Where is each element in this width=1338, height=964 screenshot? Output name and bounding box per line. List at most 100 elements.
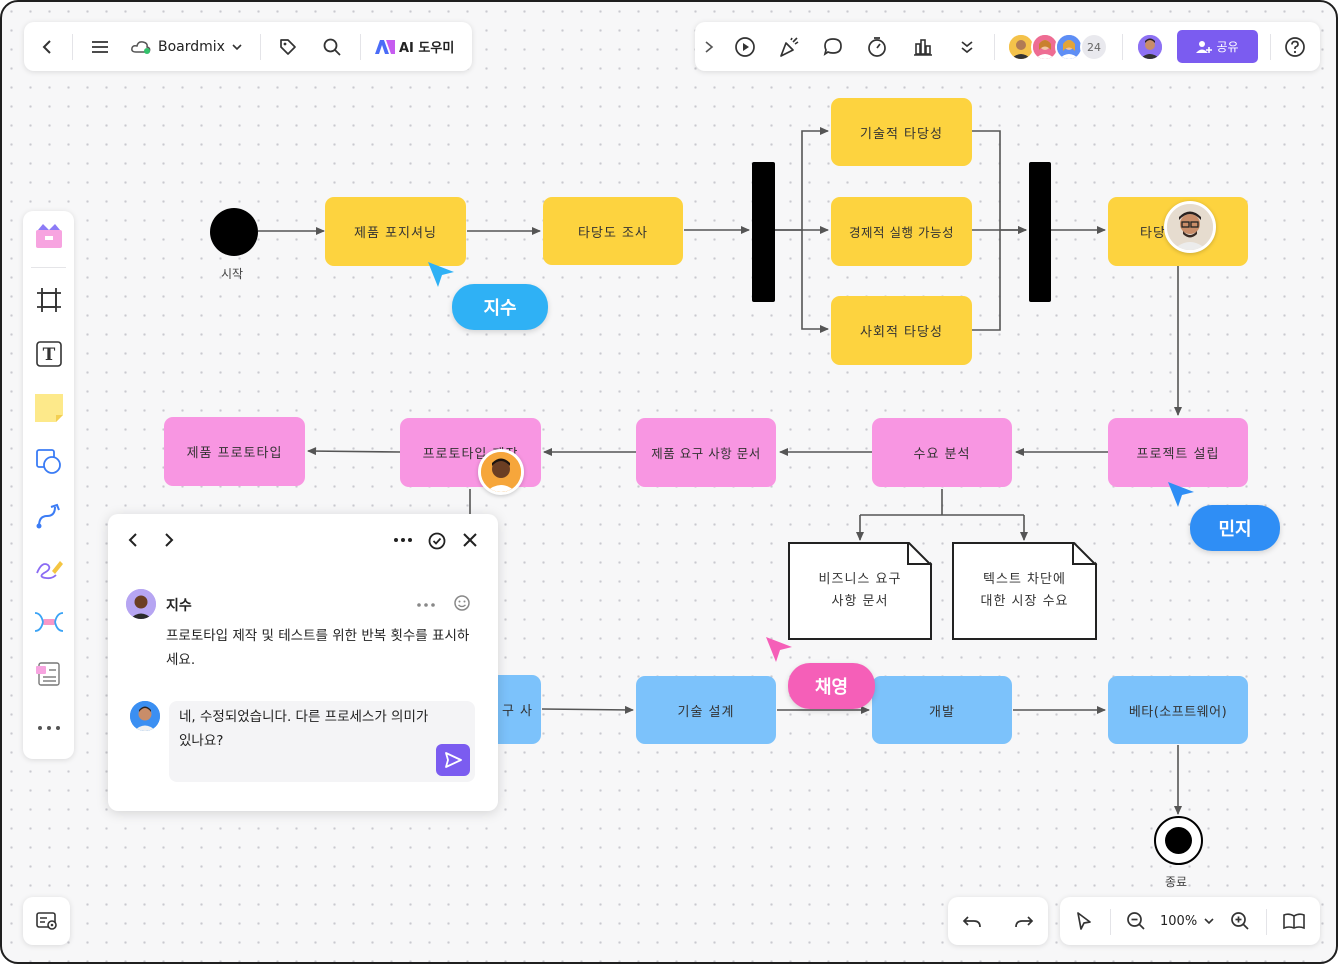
zoom-in-button[interactable] [1228, 909, 1252, 933]
divider [31, 267, 66, 268]
send-button[interactable] [436, 744, 470, 776]
search-button[interactable] [320, 35, 344, 59]
node-social-feasibility[interactable]: 사회적 타당성 [831, 296, 972, 365]
share-button[interactable]: 공유 [1177, 30, 1258, 63]
zoom-out-button[interactable] [1124, 909, 1148, 933]
node-feasibility-study[interactable]: 타당도 조사 [543, 197, 683, 265]
table-tool[interactable] [32, 657, 66, 691]
sticky-note-tool[interactable] [32, 391, 66, 425]
vote-button[interactable] [911, 35, 935, 59]
frame-tool[interactable] [32, 283, 66, 317]
divider [1110, 909, 1111, 935]
menu-button[interactable] [88, 35, 112, 59]
guide-button[interactable] [1282, 909, 1306, 933]
node-development[interactable]: 개발 [872, 676, 1012, 744]
connector-tool[interactable] [32, 499, 66, 533]
back-button[interactable] [36, 36, 58, 58]
ai-logo-icon [375, 39, 395, 54]
template-tool[interactable] [32, 219, 66, 253]
search-icon [323, 38, 341, 56]
chevron-left-icon [42, 39, 51, 54]
timer-button[interactable] [865, 35, 889, 59]
cursor-label-minji: 민지 [1190, 505, 1280, 551]
present-button[interactable] [733, 35, 757, 59]
divider [1270, 34, 1271, 60]
more-tools-button[interactable] [957, 35, 977, 59]
reply-input[interactable]: 네, 수정되었습니다. 다른 프로세스가 의미가 있나요? [169, 701, 475, 782]
frame-icon [36, 288, 61, 312]
zoom-level-dropdown[interactable]: 100% [1160, 909, 1215, 933]
node-project-setup[interactable]: 프로젝트 설립 [1108, 418, 1248, 487]
share-label: 공유 [1216, 40, 1239, 54]
mindmap-tool[interactable] [32, 605, 66, 639]
party-popper-icon [780, 36, 799, 57]
chevron-down-icon [232, 43, 242, 50]
start-node[interactable] [210, 208, 258, 256]
tag-icon [280, 38, 296, 55]
node-product-prototype[interactable]: 제품 프로토타입 [164, 417, 305, 486]
left-toolbar: T [23, 211, 74, 759]
bar-chart-icon [914, 38, 932, 56]
avatar[interactable] [1055, 33, 1083, 61]
close-icon[interactable] [462, 532, 478, 552]
doc-market-demand-label: 텍스트 차단에 대한 시장 수요 [980, 572, 1069, 609]
start-label: 시작 [221, 267, 244, 281]
more-tools-icon[interactable] [32, 711, 66, 745]
avatar [126, 589, 156, 619]
ai-assistant-button[interactable]: AI 도우미 [374, 35, 454, 59]
cursor-arrow-icon [766, 637, 792, 662]
book-icon [1283, 913, 1305, 930]
member-count-badge[interactable]: 24 [1080, 33, 1108, 61]
top-right-toolbar: 24 공유 [695, 22, 1320, 71]
help-button[interactable] [1283, 35, 1307, 59]
node-requirements-partial-label: 구 사 [501, 704, 533, 719]
help-icon [1285, 36, 1305, 57]
workspace-dropdown[interactable]: Boardmix [130, 35, 243, 59]
cursor-arrow-icon [428, 262, 454, 287]
divider [1266, 909, 1267, 935]
cursor-label-chaeyoung: 채영 [788, 663, 875, 709]
end-node[interactable] [1154, 816, 1203, 865]
text-tool[interactable]: T [32, 337, 66, 371]
current-user-avatar[interactable] [1136, 33, 1164, 61]
shape-tool[interactable] [32, 445, 66, 479]
collapse-button[interactable] [701, 37, 717, 57]
node-product-positioning[interactable]: 제품 포지셔닝 [325, 197, 466, 266]
node-demand-analysis[interactable]: 수요 분석 [872, 418, 1012, 487]
emoji-reaction-icon[interactable] [453, 594, 471, 616]
fork-bar[interactable] [752, 162, 775, 302]
divider [1122, 34, 1123, 60]
comment-author: 지수 [166, 598, 192, 614]
node-feasibility-result-label: 타당 [1140, 226, 1166, 241]
minimap-button[interactable] [23, 897, 70, 945]
node-technical-feasibility[interactable]: 기술적 타당성 [831, 98, 972, 166]
join-bar[interactable] [1029, 162, 1051, 302]
comment-more-icon[interactable] [416, 596, 438, 615]
top-left-toolbar: Boardmix AI 도우미 [24, 22, 472, 71]
node-economic-feasibility[interactable]: 경제적 실행 가능성 [831, 197, 972, 266]
collaborator-avatar [1164, 201, 1216, 253]
select-tool-button[interactable] [1072, 909, 1096, 933]
more-options-icon[interactable] [393, 532, 415, 552]
undo-button[interactable] [960, 909, 984, 933]
user-add-icon [1196, 40, 1213, 53]
svg-text:T: T [42, 345, 55, 365]
avatar [130, 701, 160, 731]
send-icon [445, 752, 462, 768]
whiteboard-canvas[interactable]: 시작 제품 포지셔닝 타당도 조사 기술적 타당성 경제적 실행 가능성 사회적… [0, 0, 1338, 964]
chevron-left-icon[interactable] [126, 532, 140, 552]
pen-tool[interactable] [32, 551, 66, 585]
cursor-pointer-icon [1077, 912, 1091, 930]
node-beta-software[interactable]: 베타(소프트웨어) [1108, 676, 1248, 744]
tag-button[interactable] [276, 35, 300, 59]
cursor-label-jisu: 지수 [452, 284, 548, 330]
comment-button[interactable] [821, 35, 845, 59]
resolve-check-icon[interactable] [427, 531, 447, 555]
reply-text: 네, 수정되었습니다. 다른 프로세스가 의미가 있나요? [179, 709, 429, 749]
node-requirements-doc[interactable]: 제품 요구 사항 문서 [636, 418, 776, 487]
redo-button[interactable] [1012, 909, 1036, 933]
member-count: 24 [1087, 40, 1101, 54]
chevron-right-icon[interactable] [162, 532, 176, 552]
node-technical-design[interactable]: 기술 설계 [636, 676, 776, 744]
celebrate-button[interactable] [777, 35, 801, 59]
